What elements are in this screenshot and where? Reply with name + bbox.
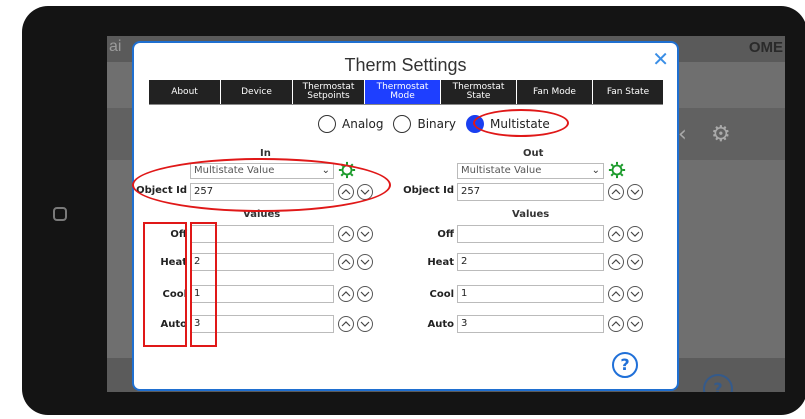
home-button[interactable] <box>53 207 67 221</box>
in-off-field[interactable] <box>190 225 334 243</box>
out-heat-up-button[interactable] <box>608 254 624 270</box>
out-type-select-value: Multistate Value <box>461 165 542 176</box>
in-values-heading: Values <box>243 209 281 220</box>
radio-analog[interactable]: Analog <box>318 115 383 133</box>
out-gear-icon[interactable] <box>608 161 626 179</box>
in-heading: In <box>260 148 271 159</box>
in-type-select[interactable]: Multistate Value ⌄ <box>190 163 334 179</box>
close-icon[interactable]: ✕ <box>652 49 669 69</box>
type-radio-group: Analog Binary Multistate <box>318 115 560 133</box>
out-heat-field[interactable]: 2 <box>457 253 604 271</box>
tab-thermostat-state[interactable]: Thermostat State <box>441 80 517 104</box>
in-off-down-button[interactable] <box>357 226 373 242</box>
in-off-up-button[interactable] <box>338 226 354 242</box>
out-object-id-up-button[interactable] <box>608 184 624 200</box>
radio-binary-label: Binary <box>417 117 457 131</box>
in-type-select-value: Multistate Value <box>194 165 275 176</box>
out-cool-down-button[interactable] <box>627 286 643 302</box>
out-heat-down-button[interactable] <box>627 254 643 270</box>
in-gear-icon[interactable] <box>338 161 356 179</box>
therm-settings-dialog: Therm Settings ✕ About Device Thermostat… <box>134 43 677 389</box>
in-auto-up-button[interactable] <box>338 316 354 332</box>
out-object-id-field[interactable]: 257 <box>457 183 604 201</box>
in-object-id-label: Object Id <box>136 185 187 196</box>
background-logo: ai <box>109 38 122 55</box>
tab-fan-state[interactable]: Fan State <box>593 80 663 104</box>
tab-thermostat-setpoints[interactable]: Thermostat Setpoints <box>293 80 365 104</box>
radio-analog-label: Analog <box>342 117 384 131</box>
out-auto-field[interactable]: 3 <box>457 315 604 333</box>
in-cool-up-button[interactable] <box>338 286 354 302</box>
out-cool-field[interactable]: 1 <box>457 285 604 303</box>
out-object-id-down-button[interactable] <box>627 184 643 200</box>
in-auto-down-button[interactable] <box>357 316 373 332</box>
in-cool-down-button[interactable] <box>357 286 373 302</box>
out-heading: Out <box>523 148 544 159</box>
in-object-id-down-button[interactable] <box>357 184 373 200</box>
radio-multistate-label: Multistate <box>490 117 550 131</box>
in-object-id-field[interactable]: 257 <box>190 183 334 201</box>
out-auto-up-button[interactable] <box>608 316 624 332</box>
chevron-down-icon: ⌄ <box>591 165 600 176</box>
background-gear-icon: ⚙ <box>711 122 731 147</box>
in-cool-field[interactable]: 1 <box>190 285 334 303</box>
out-off-field[interactable] <box>457 225 604 243</box>
out-object-id-label: Object Id <box>403 185 454 196</box>
out-off-up-button[interactable] <box>608 226 624 242</box>
tab-fan-mode[interactable]: Fan Mode <box>517 80 593 104</box>
background-brand: OME <box>748 39 783 56</box>
tab-thermostat-mode[interactable]: Thermostat Mode <box>365 80 441 104</box>
out-cool-label: Cool <box>429 289 454 300</box>
out-heat-label: Heat <box>427 257 454 268</box>
chevron-down-icon: ⌄ <box>321 165 330 176</box>
out-auto-label: Auto <box>427 319 454 330</box>
background-chevron-icon: ‹ <box>678 122 687 147</box>
radio-binary-circle[interactable] <box>393 115 412 133</box>
in-off-label: Off <box>170 229 187 240</box>
radio-analog-circle[interactable] <box>318 115 336 133</box>
help-icon[interactable]: ? <box>612 352 638 378</box>
in-heat-down-button[interactable] <box>357 254 373 270</box>
out-values-heading: Values <box>512 209 550 220</box>
in-heat-up-button[interactable] <box>338 254 354 270</box>
out-off-down-button[interactable] <box>627 226 643 242</box>
out-type-select[interactable]: Multistate Value ⌄ <box>457 163 604 179</box>
in-cool-label: Cool <box>162 289 187 300</box>
in-heat-label: Heat <box>160 257 187 268</box>
tab-about[interactable]: About <box>149 80 221 104</box>
dialog-title: Therm Settings <box>344 55 467 75</box>
in-heat-field[interactable]: 2 <box>190 253 334 271</box>
out-cool-up-button[interactable] <box>608 286 624 302</box>
in-auto-label: Auto <box>160 319 187 330</box>
out-off-label: Off <box>437 229 454 240</box>
in-auto-field[interactable]: 3 <box>190 315 334 333</box>
tab-device[interactable]: Device <box>221 80 293 104</box>
out-auto-down-button[interactable] <box>627 316 643 332</box>
radio-binary[interactable]: Binary <box>393 115 456 133</box>
in-object-id-up-button[interactable] <box>338 184 354 200</box>
tab-bar: About Device Thermostat Setpoints Thermo… <box>149 80 663 104</box>
radio-multistate[interactable]: Multistate <box>466 115 550 133</box>
tab-divider <box>149 104 663 105</box>
radio-multistate-circle[interactable] <box>466 115 485 133</box>
